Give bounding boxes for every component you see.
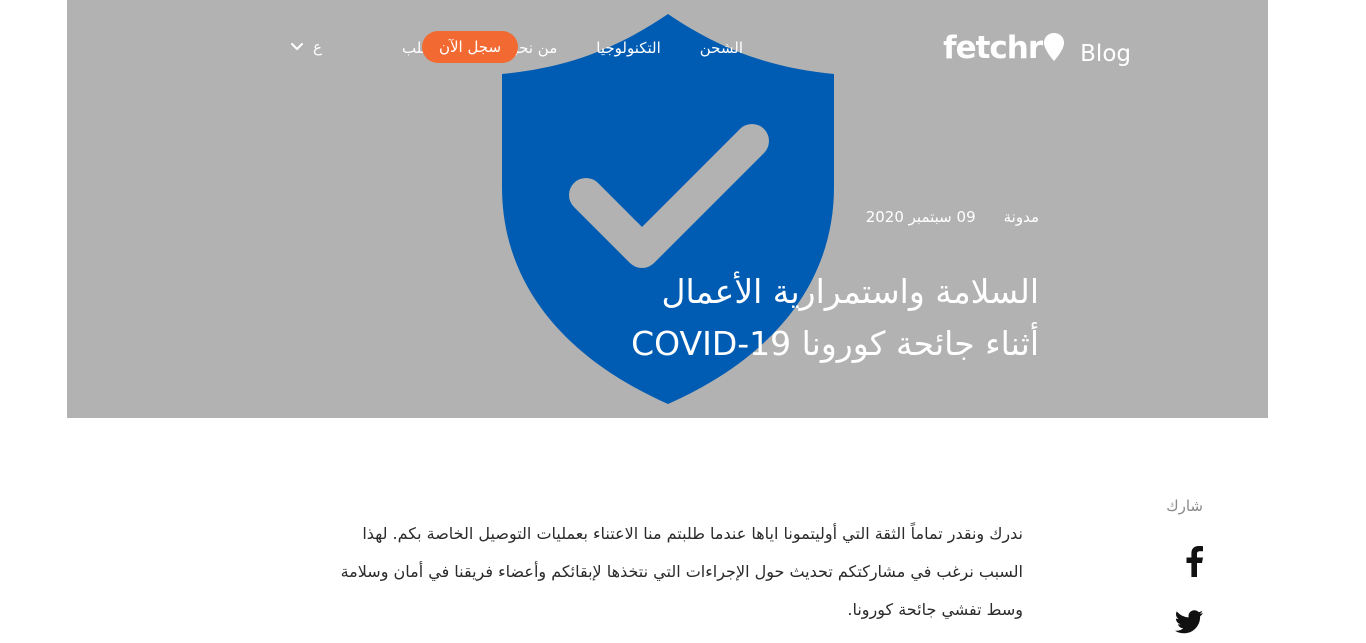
nav-item-technology[interactable]: التكنولوجيا: [596, 38, 661, 58]
language-switcher[interactable]: ع: [291, 38, 322, 56]
logo-wordmark: fetchr: [943, 30, 1043, 66]
share-label: شارك: [1166, 497, 1203, 515]
hero-banner: fetchr Blog تتبع الطلب من نحن التكنولوجي…: [67, 0, 1268, 418]
logo-blog-label: Blog: [1080, 41, 1131, 67]
signup-button[interactable]: سجل الآن: [422, 31, 518, 63]
twitter-icon[interactable]: [1175, 610, 1203, 634]
nav-item-shipping[interactable]: الشحن: [700, 38, 743, 58]
article-body: ندرك ونقدر تماماً الثقة التي أوليتمونا ا…: [333, 515, 1023, 629]
post-category[interactable]: مدونة: [1004, 206, 1039, 228]
post-title-line-2: أثناء جائحة كورونا COVID-19: [631, 324, 1039, 363]
post-title-line-1: السلامة واستمرارية الأعمال: [661, 272, 1039, 311]
post-meta: مدونة 09 سبتمبر 2020: [866, 206, 1039, 228]
location-pin-icon: [1044, 33, 1065, 61]
fetchr-logo[interactable]: fetchr Blog: [943, 30, 1131, 67]
chevron-down-icon: [291, 43, 303, 50]
language-label: ع: [313, 38, 322, 56]
page: fetchr Blog تتبع الطلب من نحن التكنولوجي…: [0, 0, 1366, 643]
facebook-icon[interactable]: [1184, 545, 1204, 577]
post-date: 09 سبتمبر 2020: [865, 208, 976, 226]
article-paragraph: ندرك ونقدر تماماً الثقة التي أوليتمونا ا…: [340, 524, 1023, 619]
post-title: السلامة واستمرارية الأعمال أثناء جائحة ك…: [519, 266, 1039, 370]
